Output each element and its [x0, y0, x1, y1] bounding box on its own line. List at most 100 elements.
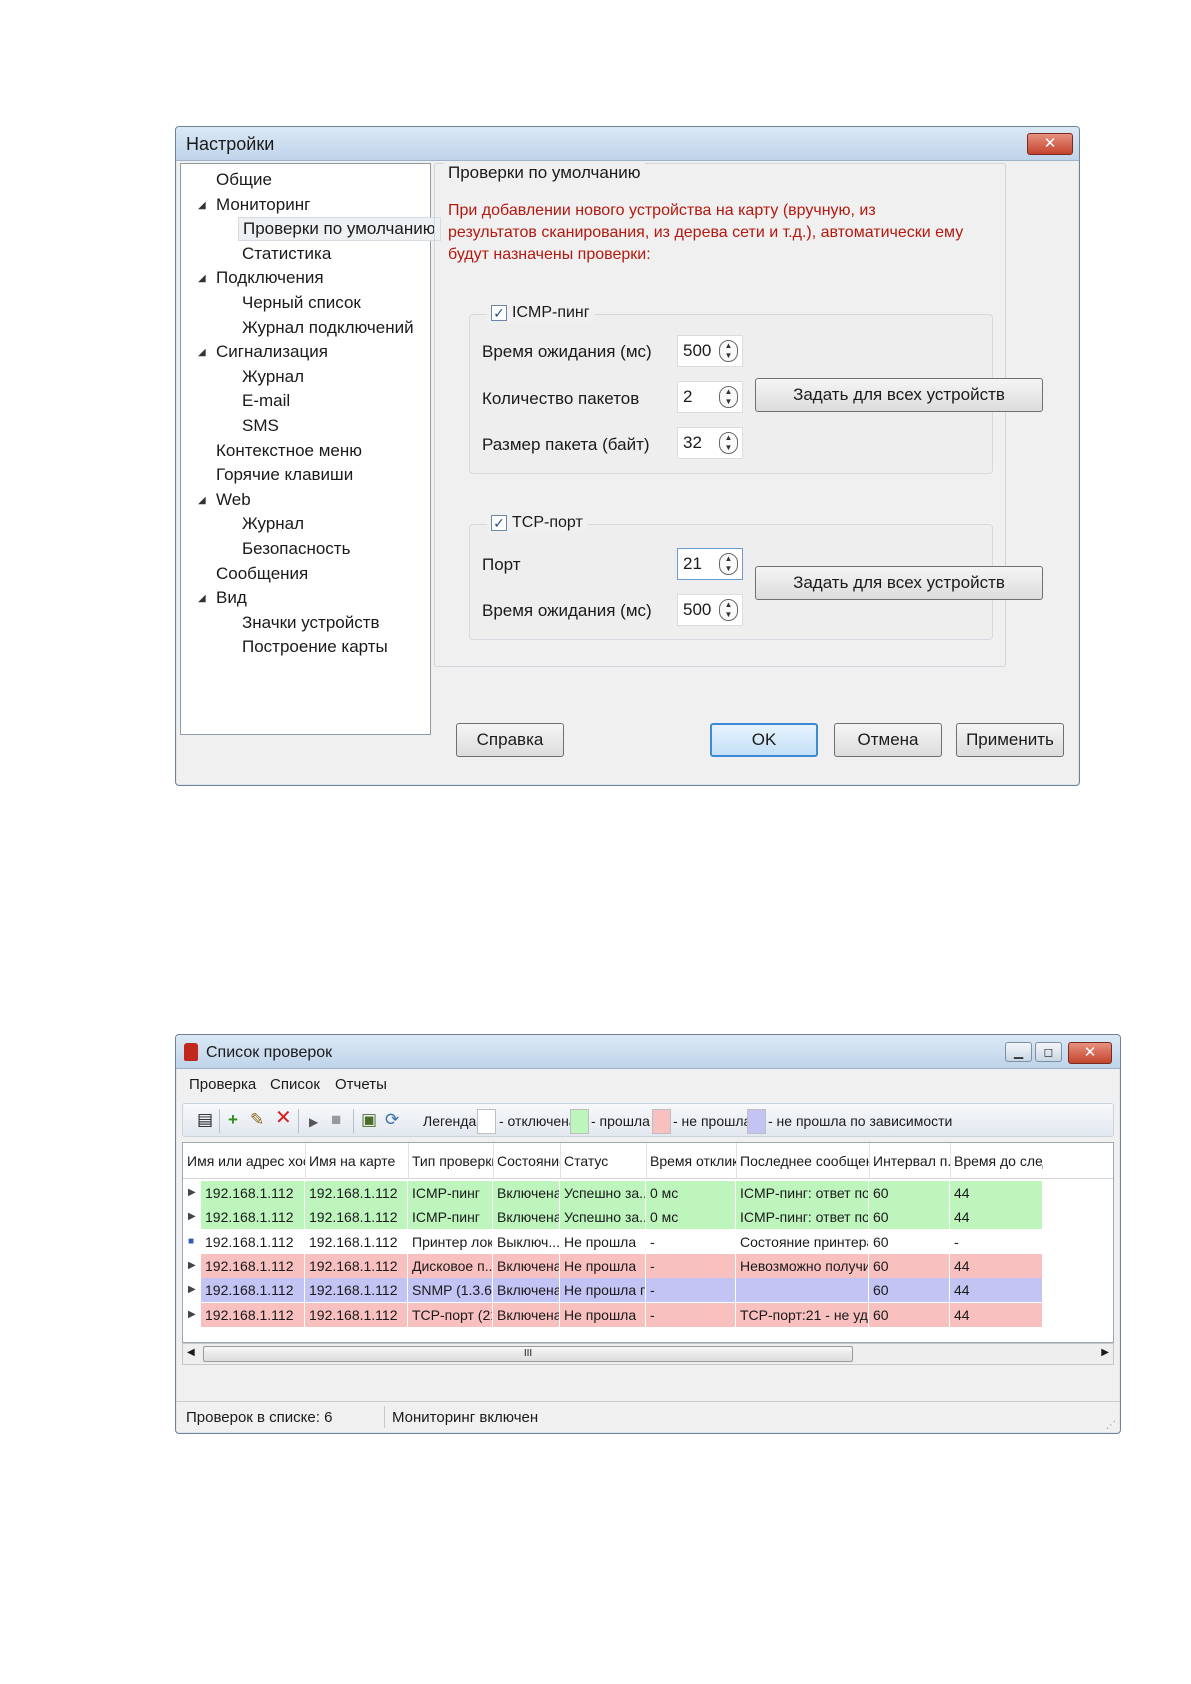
tcp-timeout-spinner[interactable]: 500 ▲ ▼: [677, 594, 743, 626]
stop-icon[interactable]: ■: [331, 1110, 341, 1130]
tree-item[interactable]: Значки устройств: [242, 611, 380, 635]
column-separator[interactable]: [305, 1143, 306, 1179]
legend-failed: - не прошла: [673, 1113, 752, 1129]
tree-item[interactable]: Web: [216, 488, 251, 512]
tree-item[interactable]: Общие: [216, 168, 272, 192]
column-separator[interactable]: [736, 1143, 737, 1179]
horizontal-scrollbar[interactable]: ◀ III ▶: [182, 1343, 1114, 1365]
icmp-apply-all-button[interactable]: Задать для всех устройств: [755, 378, 1043, 412]
column-header[interactable]: Состояние: [493, 1143, 560, 1179]
tree-item[interactable]: Статистика: [242, 242, 331, 266]
column-header[interactable]: Имя или адрес хоста: [183, 1143, 305, 1179]
scroll-right-icon[interactable]: ▶: [1101, 1347, 1109, 1358]
maximize-icon[interactable]: ◻: [1035, 1042, 1062, 1062]
column-separator[interactable]: [950, 1143, 951, 1179]
column-separator[interactable]: [560, 1143, 561, 1179]
resize-grip-icon[interactable]: ⋰: [1106, 1420, 1116, 1431]
table-row[interactable]: ▶192.168.1.112192.168.1.112TCP-порт (21)…: [183, 1302, 1113, 1327]
icmp-size-value[interactable]: 32: [683, 433, 702, 453]
icmp-timeout-spinner[interactable]: 500 ▲ ▼: [677, 335, 743, 367]
spin-arrows-icon[interactable]: ▲ ▼: [719, 432, 738, 454]
close-icon[interactable]: ✕: [1068, 1042, 1112, 1064]
icmp-checkbox[interactable]: ✓ ICMP-пинг: [487, 304, 594, 322]
spin-arrows-icon[interactable]: ▲ ▼: [719, 340, 738, 362]
table-cell: -: [646, 1278, 736, 1303]
spin-arrows-icon[interactable]: ▲ ▼: [719, 599, 738, 621]
column-separator[interactable]: [493, 1143, 494, 1179]
help-button[interactable]: Справка: [456, 723, 564, 757]
spin-arrows-icon[interactable]: ▲ ▼: [719, 553, 738, 575]
expand-arrow-icon[interactable]: ◢: [198, 593, 206, 604]
expand-arrow-icon[interactable]: ◢: [198, 200, 206, 211]
table-cell: 0 мс: [646, 1181, 736, 1205]
menu-reports[interactable]: Отчеты: [335, 1076, 387, 1093]
table-row[interactable]: ▶ 192.168.1.112 192.168.1.112 ICMP-пинг Вклю…: [183, 1181, 1113, 1205]
legend-disabled: - отключена: [499, 1113, 577, 1129]
tcp-check-mark[interactable]: ✓: [491, 515, 507, 531]
apply-button[interactable]: Применить: [956, 723, 1064, 757]
add-icon[interactable]: +: [228, 1110, 238, 1130]
scroll-thumb[interactable]: III: [203, 1346, 853, 1362]
table-cell: ICMP-пинг: [408, 1181, 493, 1205]
column-header[interactable]: Интервал п...: [869, 1143, 950, 1179]
column-header[interactable]: Время до след...: [950, 1143, 1043, 1179]
column-header[interactable]: Имя на карте: [305, 1143, 408, 1179]
close-icon[interactable]: ✕: [1027, 133, 1073, 155]
list-icon[interactable]: ▤: [197, 1110, 213, 1130]
icmp-check-mark[interactable]: ✓: [491, 305, 507, 321]
refresh-icon[interactable]: ⟳: [385, 1110, 399, 1130]
tree-item[interactable]: SMS: [242, 414, 279, 438]
tree-item[interactable]: Подключения: [216, 266, 324, 290]
column-separator[interactable]: [869, 1143, 870, 1179]
menu-list[interactable]: Список: [270, 1076, 320, 1093]
tree-item[interactable]: Построение карты: [242, 635, 388, 659]
column-header[interactable]: Время отклика: [646, 1143, 736, 1179]
tree-item[interactable]: Черный список: [242, 291, 361, 315]
column-separator[interactable]: [408, 1143, 409, 1179]
tcp-checkbox[interactable]: ✓ TCP-порт: [487, 514, 587, 532]
tree-item[interactable]: Сигнализация: [216, 340, 328, 364]
table-row[interactable]: ▶ 192.168.1.112 192.168.1.112 Дисковое п...…: [183, 1253, 1113, 1278]
tree-item[interactable]: E-mail: [242, 389, 290, 413]
tree-item[interactable]: Вид: [216, 586, 247, 610]
scroll-left-icon[interactable]: ◀: [187, 1347, 195, 1358]
play-icon[interactable]: ▶: [309, 1112, 318, 1132]
spin-arrows-icon[interactable]: ▲ ▼: [719, 386, 738, 408]
icmp-packets-value[interactable]: 2: [683, 387, 692, 407]
delete-icon[interactable]: ✕: [275, 1108, 292, 1128]
expand-arrow-icon[interactable]: ◢: [198, 273, 206, 284]
cancel-button[interactable]: Отмена: [834, 723, 942, 757]
expand-arrow-icon[interactable]: ◢: [198, 495, 206, 506]
tcp-port-spinner[interactable]: 21 ▲ ▼: [677, 548, 743, 580]
tree-item[interactable]: Безопасность: [242, 537, 350, 561]
column-separator[interactable]: [646, 1143, 647, 1179]
minimize-icon[interactable]: ▁: [1005, 1042, 1032, 1062]
tree-item[interactable]: Сообщения: [216, 562, 308, 586]
table-row[interactable]: ▶192.168.1.112192.168.1.112SNMP (1.3.6..…: [183, 1278, 1113, 1303]
edit-icon[interactable]: ✎: [250, 1110, 264, 1130]
column-header[interactable]: Последнее сообщение: [736, 1143, 869, 1179]
expand-arrow-icon[interactable]: ◢: [198, 347, 206, 358]
export-icon[interactable]: ▣: [361, 1110, 377, 1130]
tree-item[interactable]: Мониторинг: [216, 193, 310, 217]
tree-item[interactable]: Проверки по умолчанию: [238, 217, 441, 242]
table-row[interactable]: ■192.168.1.112192.168.1.112Принтер лок..…: [183, 1229, 1113, 1254]
tcp-port-value[interactable]: 21: [683, 554, 702, 574]
row-arrow-icon: ▶: [188, 1187, 196, 1198]
tree-item[interactable]: Журнал: [242, 512, 304, 536]
table-row[interactable]: ▶ 192.168.1.112 192.168.1.112 ICMP-пинг Вклю…: [183, 1205, 1113, 1230]
icmp-packets-spinner[interactable]: 2 ▲ ▼: [677, 381, 743, 413]
column-header[interactable]: Статус: [560, 1143, 646, 1179]
checks-list-window: Список проверок ▁ ◻ ✕ Проверка Список От…: [175, 1034, 1121, 1434]
tcp-timeout-value[interactable]: 500: [683, 600, 711, 620]
tree-item[interactable]: Контекстное меню: [216, 439, 362, 463]
tree-item[interactable]: Журнал подключений: [242, 316, 414, 340]
column-header[interactable]: Тип проверки: [408, 1143, 493, 1179]
tree-item[interactable]: Горячие клавиши: [216, 463, 353, 487]
tcp-apply-all-button[interactable]: Задать для всех устройств: [755, 566, 1043, 600]
icmp-size-spinner[interactable]: 32 ▲ ▼: [677, 427, 743, 459]
ok-button[interactable]: OK: [710, 723, 818, 757]
icmp-timeout-value[interactable]: 500: [683, 341, 711, 361]
tree-item[interactable]: Журнал: [242, 365, 304, 389]
menu-check[interactable]: Проверка: [189, 1076, 256, 1093]
